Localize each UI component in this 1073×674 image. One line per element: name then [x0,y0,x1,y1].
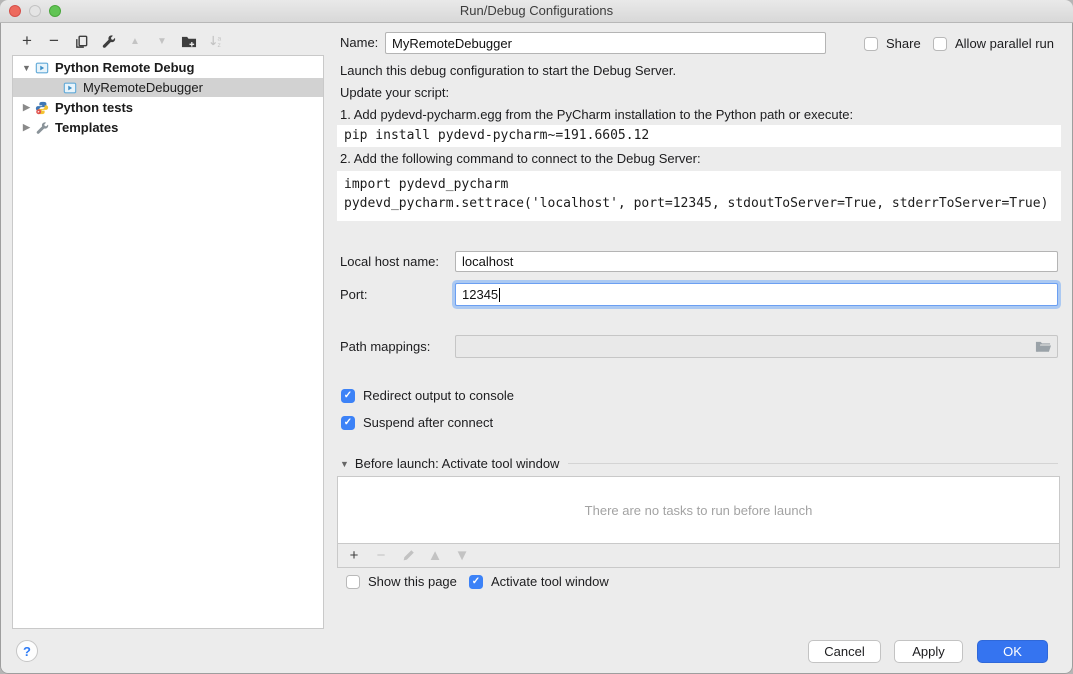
tree-item-myremotedebugger[interactable]: MyRemoteDebugger [13,78,323,97]
local-host-name-input[interactable]: localhost [455,251,1058,272]
step-1-text: 1. Add pydevd-pycharm.egg from the PyCha… [340,107,853,122]
show-this-page-checkbox[interactable]: Show this page [346,574,457,589]
minimize-window-button [29,5,41,17]
tree-item-label: MyRemoteDebugger [83,80,203,95]
before-launch-tasks-panel: There are no tasks to run before launch … [337,476,1060,568]
path-mappings-input[interactable] [455,335,1058,358]
port-label: Port: [340,284,367,306]
redirect-output-checkbox-box[interactable] [341,389,355,403]
suspend-after-connect-checkbox[interactable]: Suspend after connect [341,415,493,430]
zoom-window-button[interactable] [49,5,61,17]
text-caret [499,288,500,302]
local-host-name-value: localhost [462,254,513,269]
traffic-lights [9,5,61,17]
python-tests-icon [35,100,50,115]
before-launch-title: Before launch: Activate tool window [355,456,560,471]
description-line-1: Launch this debug configuration to start… [340,63,676,78]
allow-parallel-run-checkbox[interactable]: Allow parallel run [933,36,1054,51]
no-tasks-message: There are no tasks to run before launch [338,477,1059,543]
settrace-code-block: import pydevd_pycharm pydevd_pycharm.set… [337,171,1061,221]
share-checkbox-label: Share [886,36,921,51]
allow-parallel-run-checkbox-label: Allow parallel run [955,36,1054,51]
browse-folder-icon[interactable] [1035,340,1051,354]
remove-configuration-button[interactable]: − [44,31,64,51]
port-input[interactable]: 12345 [455,283,1058,306]
run-config-icon [63,80,78,95]
title-bar: Run/Debug Configurations [0,0,1073,23]
edit-task-pencil-icon [401,549,415,563]
activate-tool-window-checkbox-label: Activate tool window [491,574,609,589]
show-this-page-checkbox-box[interactable] [346,575,360,589]
description-line-2: Update your script: [340,85,449,100]
move-down-icon: ▼ [152,31,172,51]
help-button[interactable]: ? [16,640,38,662]
add-configuration-button[interactable]: + [17,31,37,51]
chevron-expanded-icon[interactable]: ▼ [21,63,32,73]
activate-tool-window-checkbox-box[interactable] [469,575,483,589]
tree-item-templates[interactable]: ▶ Templates [13,118,323,137]
move-task-down-icon: ▼ [455,549,469,563]
add-task-button[interactable]: + [347,549,361,563]
share-checkbox-box[interactable] [864,37,878,51]
run-config-icon [35,60,50,75]
sort-configurations-icon: a z [206,31,226,51]
svg-text:z: z [217,42,220,49]
code-line-2: pydevd_pycharm.settrace('localhost', por… [344,194,1054,213]
copy-configuration-icon[interactable] [71,31,91,51]
name-input[interactable]: MyRemoteDebugger [385,32,826,54]
activate-tool-window-checkbox[interactable]: Activate tool window [469,574,609,589]
chevron-collapsed-icon[interactable]: ▶ [21,102,32,113]
close-window-button[interactable] [9,5,21,17]
tasks-toolbar: + − ▲ ▼ [338,543,1059,567]
suspend-after-connect-checkbox-box[interactable] [341,416,355,430]
tree-item-python-remote-debug[interactable]: ▼ Python Remote Debug [13,58,323,77]
window-title: Run/Debug Configurations [0,0,1073,22]
redirect-output-checkbox-label: Redirect output to console [363,388,514,403]
configurations-toolbar: + − ▲ ▼ a z [17,31,226,51]
remove-task-button: − [374,549,388,563]
apply-button[interactable]: Apply [894,640,963,663]
help-icon: ? [23,644,31,659]
name-value: MyRemoteDebugger [392,36,512,51]
chevron-collapsed-icon[interactable]: ▶ [21,122,32,133]
tree-item-label: Python Remote Debug [55,60,194,75]
configurations-tree: ▼ Python Remote Debug MyRemoteDebugger ▶ [12,55,324,629]
local-host-name-label: Local host name: [340,251,439,272]
suspend-after-connect-checkbox-label: Suspend after connect [363,415,493,430]
step-2-text: 2. Add the following command to connect … [340,151,701,166]
templates-wrench-icon [35,120,50,135]
before-launch-section-header[interactable]: ▼ Before launch: Activate tool window [340,456,1058,471]
redirect-output-checkbox[interactable]: Redirect output to console [341,388,514,403]
ok-button[interactable]: OK [977,640,1048,663]
edit-defaults-wrench-icon[interactable] [98,31,118,51]
share-checkbox[interactable]: Share [864,36,921,51]
pip-install-command: pip install pydevd-pycharm~=191.6605.12 [337,125,1061,147]
move-up-icon: ▲ [125,31,145,51]
tree-item-label: Templates [55,120,118,135]
name-label: Name: [340,32,378,54]
path-mappings-label: Path mappings: [340,336,430,358]
tree-item-python-tests[interactable]: ▶ Python tests [13,98,323,117]
show-this-page-checkbox-label: Show this page [368,574,457,589]
move-task-up-icon: ▲ [428,549,442,563]
port-value: 12345 [462,287,498,302]
section-collapse-icon[interactable]: ▼ [340,459,349,469]
tree-item-label: Python tests [55,100,133,115]
new-folder-icon[interactable] [179,31,199,51]
run-debug-configurations-dialog: Run/Debug Configurations + − ▲ ▼ a [0,0,1073,674]
cancel-button[interactable]: Cancel [808,640,881,663]
allow-parallel-run-checkbox-box[interactable] [933,37,947,51]
code-line-1: import pydevd_pycharm [344,175,1054,194]
section-rule [568,463,1058,464]
